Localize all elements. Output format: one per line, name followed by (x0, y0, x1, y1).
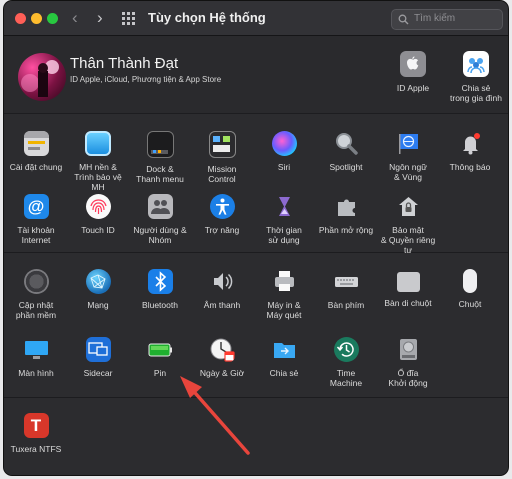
annotation-arrow (180, 376, 250, 455)
system-preferences-window: ‹ › Tùy chọn Hệ thống Tìm kiếm Thân Thàn… (4, 1, 508, 475)
